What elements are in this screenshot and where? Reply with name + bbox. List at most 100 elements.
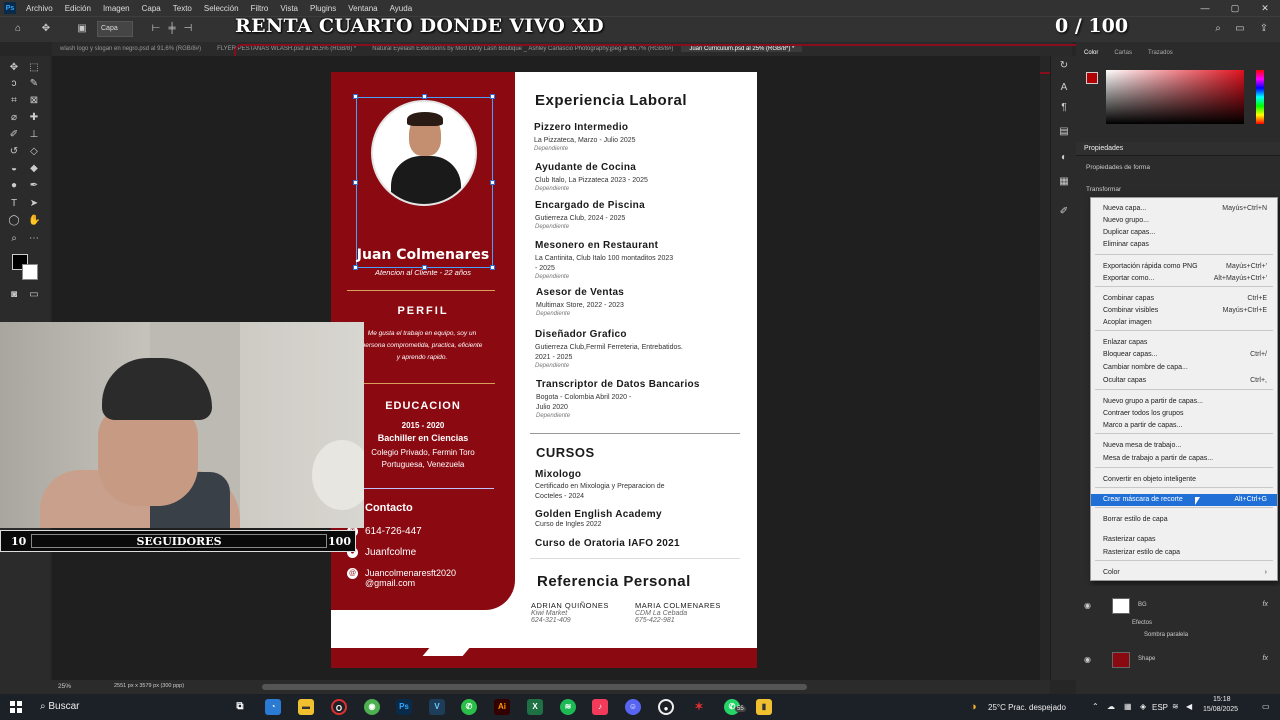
menu-ayuda[interactable]: Ayuda bbox=[384, 4, 419, 13]
task-view-icon[interactable]: ⧉ bbox=[232, 699, 248, 715]
acrobat-icon[interactable]: ✶ bbox=[691, 699, 707, 715]
spotify-icon[interactable]: ≋ bbox=[560, 699, 576, 715]
eyedropper-icon[interactable]: ⌀ bbox=[8, 112, 20, 124]
frame-icon[interactable]: ⊠ bbox=[28, 95, 40, 107]
language-indicator[interactable]: ESP bbox=[1152, 703, 1168, 712]
menu-item[interactable]: Cambiar nombre de capa... bbox=[1091, 362, 1277, 374]
menu-item[interactable]: Rasterizar capas bbox=[1091, 534, 1277, 546]
tray-app-icon[interactable]: ▦ bbox=[1124, 702, 1132, 711]
volume-icon[interactable]: ◀ bbox=[1186, 702, 1192, 711]
phone-link-icon[interactable]: ✆ bbox=[461, 699, 477, 715]
paragraph-icon[interactable]: ¶ bbox=[1058, 102, 1070, 114]
menu-filtro[interactable]: Filtro bbox=[245, 4, 275, 13]
menu-item[interactable]: Color › bbox=[1091, 567, 1277, 579]
brush-icon[interactable]: ✐ bbox=[8, 129, 20, 141]
menu-texto[interactable]: Texto bbox=[167, 4, 198, 13]
notifications-icon[interactable]: ▭ bbox=[1262, 702, 1270, 711]
clock-time[interactable]: 15:18 bbox=[1213, 696, 1231, 703]
visibility-eye-icon[interactable]: ◉ bbox=[1084, 655, 1091, 664]
background-color-swatch[interactable] bbox=[22, 264, 38, 280]
menu-archivo[interactable]: Archivo bbox=[20, 4, 59, 13]
libraries-icon[interactable]: ▤ bbox=[1058, 126, 1070, 138]
shape-icon[interactable]: ◯ bbox=[8, 215, 20, 227]
panel-foreground-swatch[interactable] bbox=[1086, 72, 1098, 84]
transform-section[interactable]: Transformar bbox=[1086, 186, 1121, 193]
illustrator-icon[interactable]: Ai bbox=[494, 699, 510, 715]
menu-item[interactable]: Bloquear capas... Ctrl+/ bbox=[1091, 349, 1277, 361]
menu-item[interactable]: Convertir en objeto inteligente bbox=[1091, 474, 1277, 486]
pen-icon[interactable]: ✒ bbox=[28, 180, 40, 192]
layer-fx-badge[interactable]: fx bbox=[1263, 601, 1268, 608]
menu-item[interactable]: Crear máscara de recorte Alt+Ctrl+G bbox=[1091, 494, 1277, 506]
photoshop-taskbar-icon[interactable]: Ps bbox=[396, 699, 412, 715]
align-center-icon[interactable]: ╪ bbox=[166, 23, 178, 35]
music-icon[interactable]: ♪ bbox=[592, 699, 608, 715]
weather-icon[interactable]: ◑ bbox=[970, 701, 977, 713]
transform-handle[interactable] bbox=[422, 94, 427, 99]
discord-icon[interactable]: ☺ bbox=[625, 699, 641, 715]
transform-handle[interactable] bbox=[490, 180, 495, 185]
layer-fx-badge[interactable]: fx bbox=[1263, 655, 1268, 662]
menu-imagen[interactable]: Imagen bbox=[97, 4, 136, 13]
vscode-icon[interactable]: V bbox=[429, 699, 445, 715]
menu-capa[interactable]: Capa bbox=[136, 4, 167, 13]
heal-icon[interactable]: ✚ bbox=[28, 112, 40, 124]
menu-item[interactable]: Eliminar capas bbox=[1091, 239, 1277, 251]
quick-mask-icon[interactable]: ◙ bbox=[8, 289, 20, 301]
brushes-icon[interactable]: ✐ bbox=[1058, 206, 1070, 218]
menu-item[interactable]: Enlazar capas bbox=[1091, 337, 1277, 349]
visibility-eye-icon[interactable]: ◉ bbox=[1084, 601, 1091, 610]
character-icon[interactable]: A bbox=[1058, 82, 1070, 94]
zoom-level[interactable]: 25% bbox=[58, 683, 71, 690]
menu-item[interactable]: Borrar estilo de capa bbox=[1091, 514, 1277, 526]
menu-item[interactable]: Mesa de trabajo a partir de capas... bbox=[1091, 453, 1277, 465]
history-icon[interactable]: ↻ bbox=[1058, 60, 1070, 72]
sticky-notes-icon[interactable]: ▮ bbox=[756, 699, 772, 715]
transform-handle[interactable] bbox=[353, 180, 358, 185]
menu-item[interactable]: Combinar capas Ctrl+E bbox=[1091, 293, 1277, 305]
chrome-icon[interactable]: ◉ bbox=[364, 699, 380, 715]
menu-item[interactable]: Nuevo grupo... bbox=[1091, 215, 1277, 227]
menu-edicion[interactable]: Edición bbox=[59, 4, 97, 13]
tray-cloud-icon[interactable]: ☁ bbox=[1107, 702, 1115, 711]
blur-icon[interactable]: ◆ bbox=[28, 163, 40, 175]
weather-text[interactable]: 25°C Prac. despejado bbox=[988, 703, 1066, 712]
transform-selection[interactable] bbox=[356, 97, 493, 268]
auto-select-icon[interactable]: ▣ bbox=[76, 23, 88, 35]
hand-icon[interactable]: ✋ bbox=[28, 215, 40, 227]
dodge-icon[interactable]: ● bbox=[8, 180, 20, 192]
copilot-icon[interactable]: ◔ bbox=[265, 699, 281, 715]
home-icon[interactable]: ⌂ bbox=[12, 23, 24, 35]
bucket-icon[interactable]: ◒ bbox=[8, 163, 20, 175]
type-icon[interactable]: T bbox=[8, 198, 20, 210]
tab-color[interactable]: Color bbox=[1076, 48, 1106, 62]
windows-start-icon[interactable] bbox=[10, 701, 22, 713]
transform-handle[interactable] bbox=[353, 94, 358, 99]
align-right-icon[interactable]: ⊣ bbox=[182, 23, 194, 35]
menu-vista[interactable]: Vista bbox=[274, 4, 304, 13]
menu-item[interactable]: Exportación rápida como PNG Mayús+Ctrl+' bbox=[1091, 261, 1277, 273]
horizontal-scrollbar[interactable] bbox=[262, 684, 807, 690]
tab-trazados[interactable]: Trazados bbox=[1140, 48, 1181, 62]
styles-icon[interactable]: ▦ bbox=[1058, 176, 1070, 188]
minimize-icon[interactable]: — bbox=[1190, 0, 1220, 16]
menu-item[interactable]: Contraer todos los grupos bbox=[1091, 408, 1277, 420]
layer-effect-row[interactable]: Sombra paralela bbox=[1076, 630, 1280, 642]
path-select-icon[interactable]: ➤ bbox=[28, 198, 40, 210]
clock-date[interactable]: 15/08/2025 bbox=[1203, 706, 1238, 713]
tray-app-icon[interactable]: ◈ bbox=[1140, 702, 1146, 711]
move-icon[interactable]: ✥ bbox=[8, 62, 20, 74]
menu-ventana[interactable]: Ventana bbox=[342, 4, 383, 13]
transform-handle[interactable] bbox=[490, 94, 495, 99]
tab-cartas[interactable]: Cartas bbox=[1106, 48, 1140, 62]
close-icon[interactable]: ✕ bbox=[1250, 0, 1280, 16]
menu-item[interactable]: Duplicar capas... bbox=[1091, 227, 1277, 239]
menu-plugins[interactable]: Plugins bbox=[304, 4, 342, 13]
menu-item[interactable]: Exportar como... Alt+Mayús+Ctrl+' bbox=[1091, 273, 1277, 285]
screen-mode-icon[interactable]: ▭ bbox=[28, 289, 40, 301]
menu-item[interactable]: Nueva mesa de trabajo... bbox=[1091, 440, 1277, 452]
obs-icon[interactable]: ● bbox=[658, 699, 674, 715]
layer-effects-row[interactable]: Efectos bbox=[1076, 618, 1280, 630]
search-icon[interactable]: ⌕ bbox=[1212, 23, 1224, 35]
menu-item[interactable]: Marco a partir de capas... bbox=[1091, 420, 1277, 432]
